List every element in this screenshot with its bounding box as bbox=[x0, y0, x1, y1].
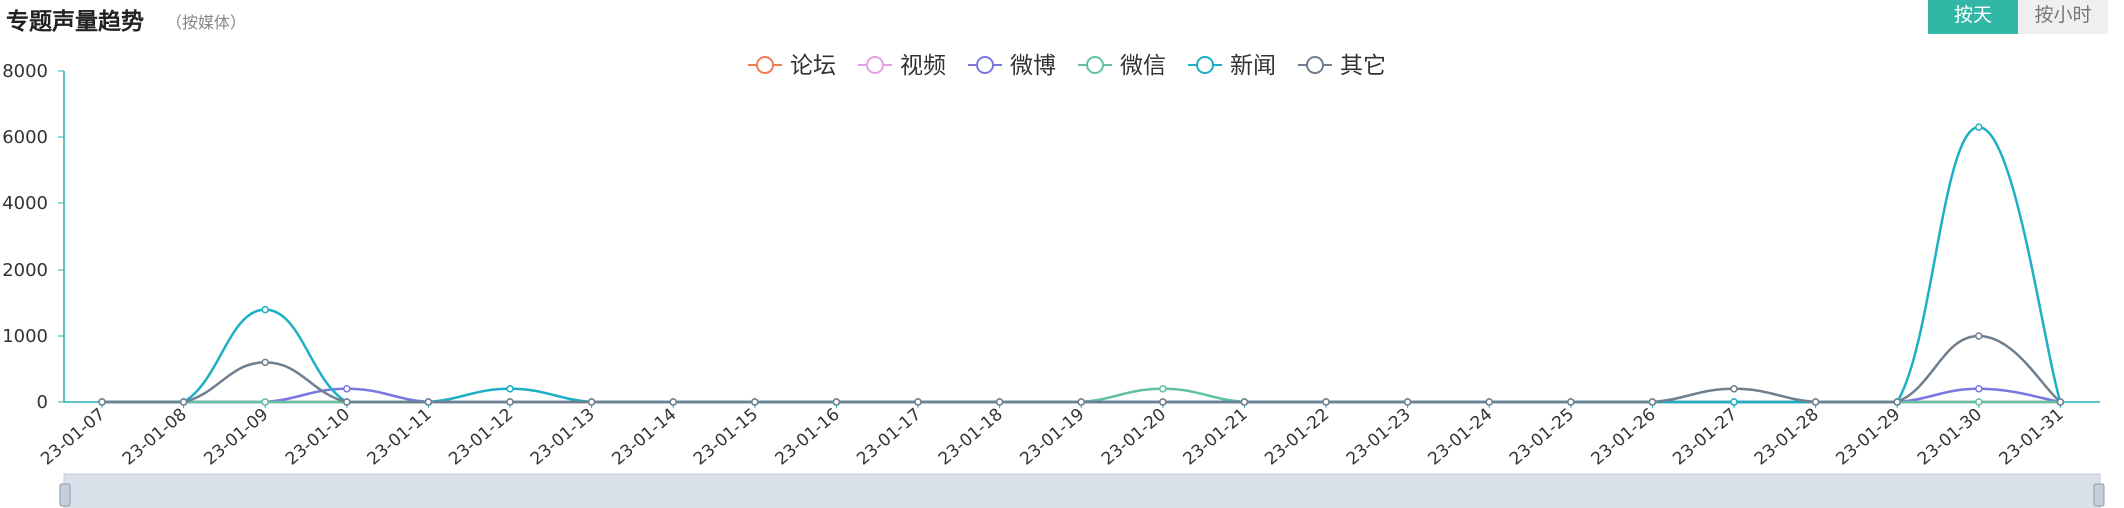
data-point-其它 bbox=[1159, 398, 1167, 406]
y-tick-label: 1000 bbox=[2, 326, 48, 347]
x-tick-label: 23-01-13 bbox=[527, 405, 599, 470]
data-point-其它 bbox=[506, 398, 514, 406]
trend-chart: 01000200040006000800023-01-07 23-01-08 23-… bbox=[2, 53, 2105, 508]
x-tick-label: 23-01-31 bbox=[1996, 405, 2068, 470]
data-point-其它 bbox=[1567, 398, 1575, 406]
legend-item-新闻[interactable]: 新闻 bbox=[1230, 53, 1276, 79]
data-zoom-handle-left[interactable] bbox=[59, 483, 71, 507]
legend-symbol-marker bbox=[756, 56, 774, 74]
x-tick-label: 23-01-08 bbox=[119, 405, 191, 470]
x-tick-label: 23-01-12 bbox=[445, 405, 517, 470]
data-zoom-handle-right[interactable] bbox=[2093, 483, 2105, 507]
x-tick-label: 23-01-21 bbox=[1180, 405, 1252, 470]
data-point-其它 bbox=[98, 398, 106, 406]
y-tick-label: 2000 bbox=[2, 260, 48, 281]
y-tick-label: 4000 bbox=[2, 193, 48, 214]
data-point-其它 bbox=[2056, 398, 2065, 406]
series-line-新闻 bbox=[102, 125, 2062, 404]
legend-item-微信[interactable]: 微信 bbox=[1120, 53, 1166, 79]
x-tick-label: 23-01-11 bbox=[364, 405, 436, 470]
x-tick-label: 23-01-14 bbox=[608, 405, 680, 470]
x-tick-label: 23-01-10 bbox=[282, 405, 354, 470]
x-tick-label: 23-01-20 bbox=[1098, 405, 1170, 470]
data-point-其它 bbox=[995, 398, 1004, 406]
data-point-其它 bbox=[424, 398, 433, 406]
data-point-其它 bbox=[343, 398, 351, 406]
x-tick-label: 23-01-22 bbox=[1261, 405, 1333, 470]
data-point-其它 bbox=[1077, 398, 1085, 406]
data-zoom-slider[interactable] bbox=[63, 473, 2101, 508]
data-point-其它 bbox=[1893, 398, 1901, 406]
x-tick-label: 23-01-26 bbox=[1588, 405, 1660, 470]
legend-symbol-marker bbox=[1086, 56, 1104, 74]
x-tick-label: 23-01-15 bbox=[690, 405, 762, 470]
data-point-微博 bbox=[343, 385, 351, 393]
data-point-新闻 bbox=[1975, 123, 1983, 131]
x-tick-label: 23-01-29 bbox=[1832, 405, 1904, 470]
series-line-其它 bbox=[102, 334, 2062, 404]
data-point-新闻 bbox=[506, 385, 514, 393]
data-point-其它 bbox=[1485, 398, 1493, 406]
x-tick-label: 23-01-23 bbox=[1343, 405, 1415, 470]
data-point-微博 bbox=[1975, 385, 1983, 393]
data-point-微信 bbox=[1975, 398, 1983, 406]
x-tick-label: 23-01-28 bbox=[1751, 405, 1823, 470]
data-point-其它 bbox=[179, 398, 188, 406]
data-point-其它 bbox=[1975, 332, 1983, 340]
data-point-其它 bbox=[914, 398, 922, 406]
legend-item-视频[interactable]: 视频 bbox=[900, 53, 946, 79]
data-point-其它 bbox=[1403, 398, 1412, 406]
data-point-其它 bbox=[832, 398, 841, 406]
x-tick-label: 23-01-09 bbox=[200, 405, 272, 470]
legend-symbol-marker bbox=[976, 56, 994, 74]
legend-symbol-marker bbox=[866, 56, 884, 74]
x-tick-label: 23-01-17 bbox=[853, 405, 925, 470]
y-tick-label: 8000 bbox=[2, 61, 48, 82]
data-point-微信 bbox=[261, 398, 269, 406]
data-point-微信 bbox=[1159, 385, 1167, 393]
data-point-新闻 bbox=[261, 305, 269, 314]
x-tick-label: 23-01-16 bbox=[772, 405, 844, 470]
legend-item-微博[interactable]: 微博 bbox=[1010, 53, 1056, 79]
legend-item-其它[interactable]: 其它 bbox=[1340, 53, 1386, 79]
data-point-其它 bbox=[669, 398, 677, 406]
data-point-其它 bbox=[1322, 398, 1330, 406]
data-point-其它 bbox=[1811, 398, 1820, 406]
y-tick-label: 0 bbox=[37, 392, 48, 413]
legend-symbol-marker bbox=[1196, 56, 1214, 74]
x-tick-label: 23-01-27 bbox=[1669, 405, 1741, 470]
x-tick-label: 23-01-18 bbox=[935, 405, 1007, 470]
y-tick-label: 6000 bbox=[2, 127, 48, 148]
data-point-新闻 bbox=[1730, 398, 1738, 406]
legend-symbol-marker bbox=[1306, 56, 1324, 74]
x-tick-label: 23-01-24 bbox=[1424, 405, 1496, 470]
data-point-其它 bbox=[1730, 385, 1738, 393]
data-point-其它 bbox=[1648, 398, 1657, 406]
x-tick-label: 23-01-19 bbox=[1016, 405, 1088, 470]
legend-item-论坛[interactable]: 论坛 bbox=[790, 53, 836, 79]
x-tick-label: 23-01-30 bbox=[1914, 405, 1986, 470]
data-point-其它 bbox=[1240, 398, 1249, 406]
x-tick-label: 23-01-25 bbox=[1506, 405, 1578, 470]
x-tick-label: 23-01-07 bbox=[37, 405, 109, 470]
data-point-其它 bbox=[261, 358, 269, 367]
data-point-其它 bbox=[587, 398, 596, 406]
data-point-其它 bbox=[751, 398, 759, 406]
